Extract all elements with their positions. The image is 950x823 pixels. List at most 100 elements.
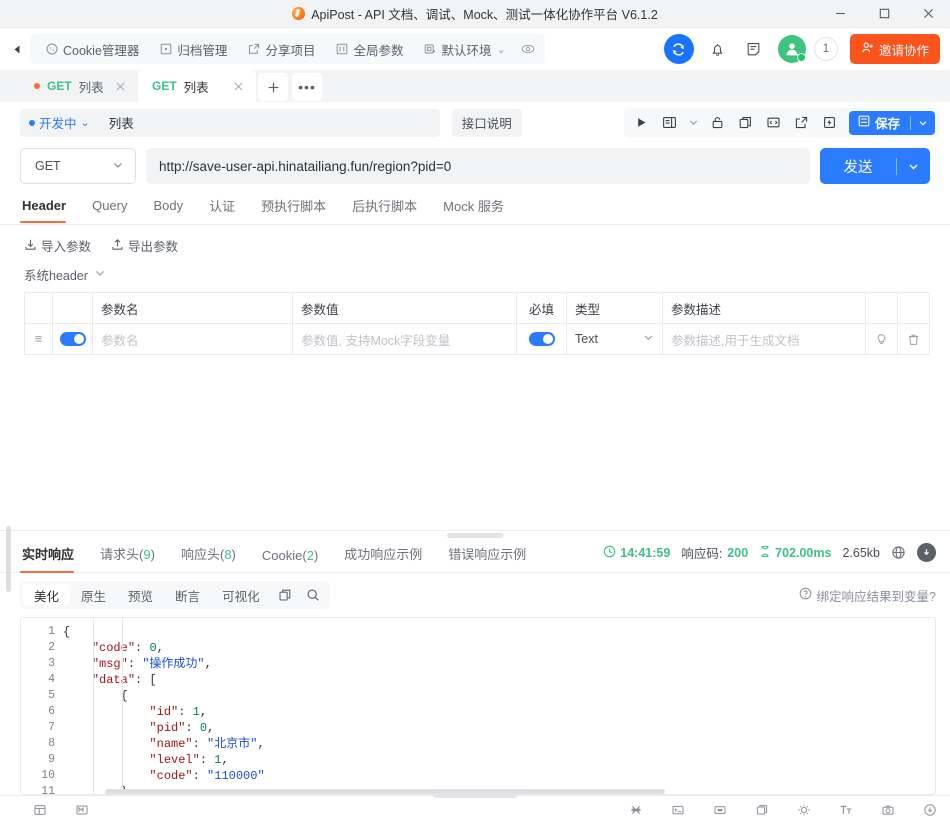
request-tab-1[interactable]: GET 列表	[20, 70, 138, 102]
tab-error-example[interactable]: 错误响应示例	[435, 544, 539, 572]
row-type-select[interactable]: Text	[566, 323, 663, 355]
tab-body[interactable]: Body	[140, 198, 196, 222]
search-icon[interactable]	[299, 584, 327, 606]
globe-icon[interactable]	[891, 545, 906, 560]
send-button[interactable]: 发送	[820, 148, 930, 184]
view-preview[interactable]: 预览	[117, 584, 164, 606]
row-required-toggle[interactable]	[516, 323, 567, 355]
tab-method: GET	[47, 79, 72, 93]
layers-icon[interactable]	[32, 802, 48, 818]
window-icon[interactable]	[754, 802, 770, 818]
sidebar-icon[interactable]	[657, 111, 683, 135]
toggle-switch[interactable]	[59, 332, 86, 347]
code-horizontal-scrollbar[interactable]	[105, 789, 935, 794]
update-icon[interactable]	[922, 802, 938, 818]
toggle-switch[interactable]	[528, 332, 555, 347]
download-icon[interactable]	[917, 543, 936, 562]
tab-label: 成功响应示例	[344, 547, 423, 562]
maximize-button[interactable]	[862, 0, 906, 28]
nav-item-label: 全局参数	[353, 43, 404, 58]
panel-splitter[interactable]	[0, 530, 950, 540]
minimize-button[interactable]	[818, 0, 862, 28]
collapse-icon[interactable]	[628, 802, 644, 818]
tab-overflow-button[interactable]: •••	[292, 73, 322, 101]
tab-header[interactable]: Header	[20, 198, 79, 223]
col-description: 参数描述	[662, 292, 866, 324]
lock-icon[interactable]	[705, 111, 731, 135]
nav-item-archive-management[interactable]: 归档管理	[150, 37, 236, 61]
tab-label: Cookie	[261, 548, 303, 563]
tab-post-script[interactable]: 后执行脚本	[339, 196, 430, 224]
camera-icon[interactable]	[880, 802, 896, 818]
response-body-viewer[interactable]: 123456789101112 { "code": 0, "msg": "操作成…	[20, 617, 936, 795]
copy-icon[interactable]	[733, 111, 759, 135]
request-tab-2[interactable]: GET 列表	[138, 70, 256, 102]
avatar[interactable]	[777, 35, 806, 63]
url-input[interactable]: http://save-user-api.hinatailiang.fun/re…	[146, 148, 810, 184]
request-status-dropdown[interactable]: 开发中 ⌄	[20, 108, 99, 137]
api-description-button[interactable]: 接口说明	[451, 108, 522, 137]
row-param-name-cell[interactable]: 参数名	[92, 323, 293, 355]
request-name-input[interactable]	[98, 108, 440, 137]
tab-cookies[interactable]: Cookie(2)	[249, 548, 331, 572]
note-icon[interactable]	[742, 37, 766, 61]
font-size-icon[interactable]	[838, 802, 854, 818]
code-icon[interactable]	[761, 111, 787, 135]
splitter-grip[interactable]	[447, 533, 503, 538]
system-header-toggle[interactable]: 系统header	[0, 255, 950, 284]
close-icon[interactable]	[113, 79, 128, 94]
markdown-icon[interactable]	[74, 802, 90, 818]
row-drag-handle[interactable]: ≡	[24, 323, 53, 355]
tab-auth[interactable]: 认证	[196, 196, 248, 224]
chevron-down-icon	[94, 267, 106, 282]
lightning-icon[interactable]	[817, 111, 843, 135]
http-method-select[interactable]: GET	[20, 148, 136, 184]
sync-icon[interactable]	[663, 34, 694, 64]
view-raw[interactable]: 原生	[70, 584, 117, 606]
row-delete-button[interactable]	[897, 323, 930, 355]
new-tab-button[interactable]	[258, 73, 288, 101]
panel-icon[interactable]	[712, 802, 728, 818]
export-icon[interactable]	[789, 111, 815, 135]
tab-query[interactable]: Query	[79, 198, 140, 222]
close-button[interactable]	[906, 0, 950, 28]
close-icon[interactable]	[231, 79, 246, 94]
tab-success-example[interactable]: 成功响应示例	[331, 544, 435, 572]
send-dropdown-caret[interactable]	[897, 160, 930, 173]
tab-mock-service[interactable]: Mock 服务	[430, 196, 517, 224]
bottom-splitter-grip[interactable]	[433, 793, 517, 798]
bell-icon[interactable]	[706, 37, 730, 61]
import-params-button[interactable]: 导入参数	[24, 236, 91, 255]
export-params-button[interactable]: 导出参数	[111, 236, 178, 255]
copy-icon[interactable]	[271, 584, 299, 606]
tab-realtime-response[interactable]: 实时响应	[20, 544, 87, 573]
eye-icon[interactable]	[517, 37, 539, 61]
back-button[interactable]	[4, 36, 30, 62]
request-vertical-scrollbar[interactable]	[6, 526, 11, 592]
run-icon[interactable]	[629, 111, 655, 135]
nav-item-share-project[interactable]: 分享项目	[238, 37, 324, 61]
view-assertion[interactable]: 断言	[164, 584, 211, 606]
row-param-value-cell[interactable]: 参数值, 支持Mock字段变量	[292, 323, 517, 355]
save-button[interactable]: 保存	[848, 110, 935, 135]
bind-response-to-variable[interactable]: 绑定响应结果到变量?	[799, 586, 936, 605]
view-visualize[interactable]: 可视化	[211, 584, 271, 606]
row-bulb-button[interactable]	[865, 323, 898, 355]
code-content[interactable]: { "code": 0, "msg": "操作成功", "data": [ { …	[63, 618, 935, 794]
nav-item-cookie-manager[interactable]: Cookie管理器	[36, 37, 148, 61]
tab-response-headers[interactable]: 响应头(8)	[168, 544, 249, 572]
nav-item-global-params[interactable]: 全局参数	[326, 37, 412, 61]
theme-icon[interactable]	[796, 802, 812, 818]
view-beautify[interactable]: 美化	[23, 584, 71, 606]
invite-collaboration-button[interactable]: 邀请协作	[849, 34, 940, 64]
person-add-icon	[861, 41, 874, 57]
tab-request-headers[interactable]: 请求头(9)	[87, 544, 168, 572]
save-dropdown-caret[interactable]	[911, 118, 935, 128]
tab-pre-script[interactable]: 预执行脚本	[248, 196, 339, 224]
console-icon[interactable]	[670, 802, 686, 818]
row-description-cell[interactable]: 参数描述,用于生成文档	[662, 323, 866, 355]
member-count-badge[interactable]: 1	[813, 37, 838, 61]
chevron-down-icon[interactable]	[685, 111, 703, 135]
nav-item-environment[interactable]: 默认环境 ⌄	[414, 37, 514, 61]
row-enabled-toggle[interactable]	[52, 323, 93, 355]
